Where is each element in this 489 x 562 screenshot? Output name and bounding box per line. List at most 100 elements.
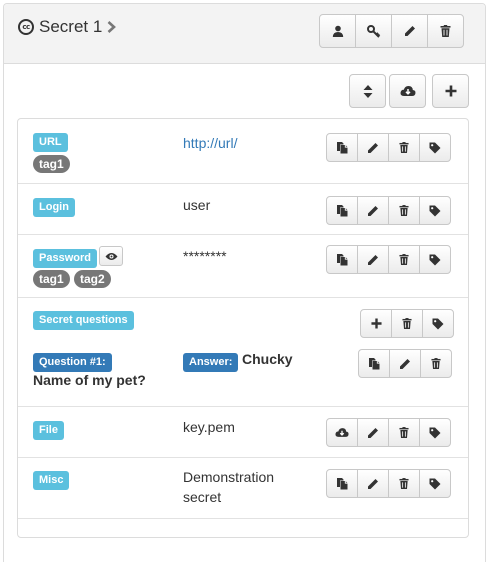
copy-icon: [337, 254, 348, 266]
field-label-misc: Misc: [33, 471, 70, 490]
trash-icon: [431, 358, 441, 369]
field-value-misc-line1: Demonstration: [183, 469, 275, 485]
chevron-right-icon: [107, 21, 117, 33]
panel-heading: cc Secret 1: [4, 4, 485, 64]
answer-label: Answer:: [183, 353, 239, 372]
plus-icon: [445, 85, 456, 97]
edit-field-button[interactable]: [357, 418, 389, 447]
answer-text: Chucky: [242, 351, 293, 367]
delete-field-button[interactable]: [388, 133, 420, 162]
pencil-icon: [368, 142, 378, 153]
url-field-actions: [326, 133, 451, 162]
trash-icon: [399, 478, 409, 489]
trash-icon: [399, 427, 409, 438]
cloud-download-icon: [400, 86, 415, 96]
pencil-icon: [368, 254, 378, 265]
secret-panel: cc Secret 1 URL tag1 http://url/ Login u…: [3, 3, 486, 562]
reorder-button[interactable]: [349, 74, 386, 108]
trash-icon: [440, 25, 451, 37]
delete-secret-button[interactable]: [427, 14, 464, 48]
misc-field-actions: [326, 469, 451, 498]
tag-badge[interactable]: tag1: [33, 155, 70, 173]
tag-badge[interactable]: tag2: [74, 270, 111, 288]
pencil-icon: [368, 427, 378, 438]
copy-icon: [337, 205, 348, 217]
field-row-login: Login user: [18, 184, 468, 235]
edit-field-button[interactable]: [357, 245, 389, 274]
tag-icon: [429, 478, 441, 489]
delete-field-button[interactable]: [388, 196, 420, 225]
question-actions: [358, 349, 452, 378]
edit-field-button[interactable]: [357, 133, 389, 162]
pencil-icon: [400, 358, 410, 369]
field-value-misc-line2: secret: [183, 489, 222, 505]
delete-field-button[interactable]: [388, 469, 420, 498]
delete-field-button[interactable]: [388, 418, 420, 447]
tag-field-button[interactable]: [422, 309, 454, 338]
delete-field-button[interactable]: [391, 309, 423, 338]
trash-icon: [399, 205, 409, 216]
password-field-actions: [326, 245, 451, 274]
pencil-icon: [404, 26, 415, 36]
edit-secret-button[interactable]: [391, 14, 428, 48]
secret-title[interactable]: cc Secret 1: [18, 17, 117, 37]
trash-icon: [399, 254, 409, 265]
field-value-login: user: [183, 197, 211, 213]
edit-field-button[interactable]: [357, 469, 389, 498]
tag-field-button[interactable]: [419, 133, 451, 162]
field-value-url: http://url/: [183, 135, 237, 151]
plus-icon: [370, 318, 382, 329]
field-label-url: URL: [33, 133, 68, 152]
field-row-password: Password tag1 tag2 ********: [18, 235, 468, 298]
secret-questions-actions: [360, 309, 454, 338]
pencil-icon: [368, 205, 378, 216]
delete-question-button[interactable]: [420, 349, 452, 378]
url-link[interactable]: http://url/: [183, 135, 237, 151]
owner-button[interactable]: [319, 14, 356, 48]
trash-icon: [402, 318, 412, 329]
tag-icon: [432, 318, 444, 329]
copy-button[interactable]: [358, 349, 390, 378]
copy-button[interactable]: [326, 196, 358, 225]
download-button[interactable]: [389, 74, 426, 108]
secret-actions: [319, 14, 464, 48]
reveal-password-button[interactable]: [99, 246, 123, 266]
field-label-file: File: [33, 421, 64, 440]
copy-button[interactable]: [326, 245, 358, 274]
download-file-button[interactable]: [326, 418, 358, 447]
tag-field-button[interactable]: [419, 418, 451, 447]
question-text: Name of my pet?: [33, 372, 146, 388]
cc-icon: cc: [18, 19, 34, 35]
file-field-actions: [326, 418, 451, 447]
field-row-file: File key.pem: [18, 407, 468, 458]
field-row-url: URL tag1 http://url/: [18, 119, 468, 184]
key-icon: [366, 24, 380, 38]
tag-badge[interactable]: tag1: [33, 270, 70, 288]
tag-field-button[interactable]: [419, 469, 451, 498]
copy-icon: [337, 142, 348, 154]
copy-icon: [369, 358, 380, 370]
edit-field-button[interactable]: [357, 196, 389, 225]
delete-field-button[interactable]: [388, 245, 420, 274]
tag-field-button[interactable]: [419, 245, 451, 274]
secret-title-text: Secret 1: [39, 17, 103, 36]
sort-icon: [363, 84, 372, 98]
login-field-actions: [326, 196, 451, 225]
tag-icon: [429, 205, 441, 216]
add-field-button[interactable]: [432, 74, 469, 108]
edit-question-button[interactable]: [389, 349, 421, 378]
eye-icon: [105, 252, 117, 260]
field-value-password: ********: [183, 248, 227, 264]
copy-button[interactable]: [326, 133, 358, 162]
tag-icon: [429, 142, 441, 153]
share-key-button[interactable]: [355, 14, 392, 48]
trash-icon: [399, 142, 409, 153]
tag-field-button[interactable]: [419, 196, 451, 225]
question-label: Question #1:: [33, 353, 112, 372]
copy-button[interactable]: [326, 469, 358, 498]
field-label-password: Password: [33, 249, 97, 268]
tag-icon: [429, 427, 441, 438]
user-icon: [332, 25, 343, 37]
add-question-button[interactable]: [360, 309, 392, 338]
fields-list: URL tag1 http://url/ Login user Password…: [17, 118, 469, 538]
